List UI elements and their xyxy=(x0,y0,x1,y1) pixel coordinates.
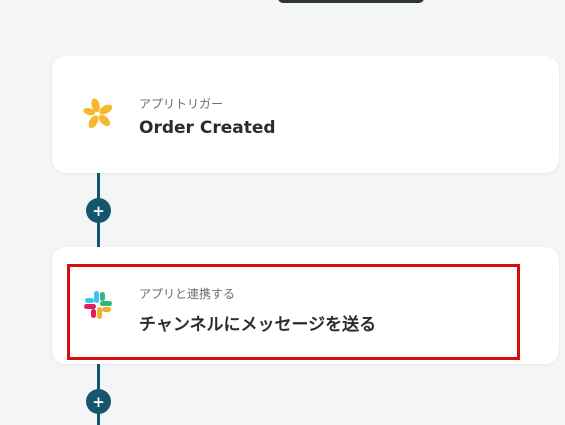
step-title: チャンネルにメッセージを送る xyxy=(139,315,377,335)
add-step-button[interactable]: + xyxy=(86,389,111,414)
step-category-label: アプリと連携する xyxy=(139,287,236,301)
trigger-step-card[interactable]: アプリトリガー Order Created xyxy=(52,56,559,173)
step-title: Order Created xyxy=(139,118,276,138)
top-toolbar-pill[interactable] xyxy=(278,0,424,3)
star-flower-icon xyxy=(80,96,116,132)
step-category-label: アプリトリガー xyxy=(139,97,224,111)
action-step-card[interactable]: アプリと連携する チャンネルにメッセージを送る xyxy=(52,247,559,364)
add-step-button[interactable]: + xyxy=(86,198,111,223)
slack-icon xyxy=(80,287,116,323)
